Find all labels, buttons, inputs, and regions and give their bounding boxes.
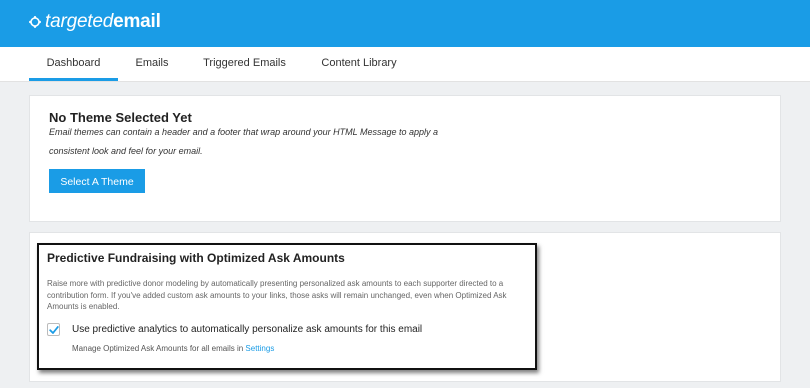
select-theme-button[interactable]: Select A Theme xyxy=(49,169,145,193)
fundraising-title: Predictive Fundraising with Optimized As… xyxy=(47,251,345,265)
app-header: targeted email xyxy=(0,0,810,47)
manage-text: Manage Optimized Ask Amounts for all ema… xyxy=(72,344,274,353)
predictive-analytics-checkbox[interactable] xyxy=(47,323,60,336)
tab-dashboard[interactable]: Dashboard xyxy=(29,47,118,81)
logo-icon xyxy=(29,16,41,28)
tab-bar: Dashboard Emails Triggered Emails Conten… xyxy=(0,47,810,82)
logo-text-light: targeted xyxy=(45,11,114,32)
manage-text-prefix: Manage Optimized Ask Amounts for all ema… xyxy=(72,344,246,353)
theme-description-line2: consistent look and feel for your email. xyxy=(49,146,203,156)
checkmark-icon xyxy=(49,326,59,334)
checkbox-label: Use predictive analytics to automaticall… xyxy=(72,324,423,335)
tab-emails[interactable]: Emails xyxy=(127,47,177,81)
theme-description-line1: Email themes can contain a header and a … xyxy=(49,127,439,137)
settings-link[interactable]: Settings xyxy=(245,344,274,353)
theme-card: No Theme Selected Yet Email themes can c… xyxy=(29,95,781,222)
tab-content-library[interactable]: Content Library xyxy=(313,47,405,81)
logo-text-bold: email xyxy=(113,11,161,32)
fundraising-description: Raise more with predictive donor modelin… xyxy=(47,279,507,311)
tab-triggered-emails[interactable]: Triggered Emails xyxy=(197,47,292,81)
logo[interactable]: targeted email xyxy=(29,10,161,34)
